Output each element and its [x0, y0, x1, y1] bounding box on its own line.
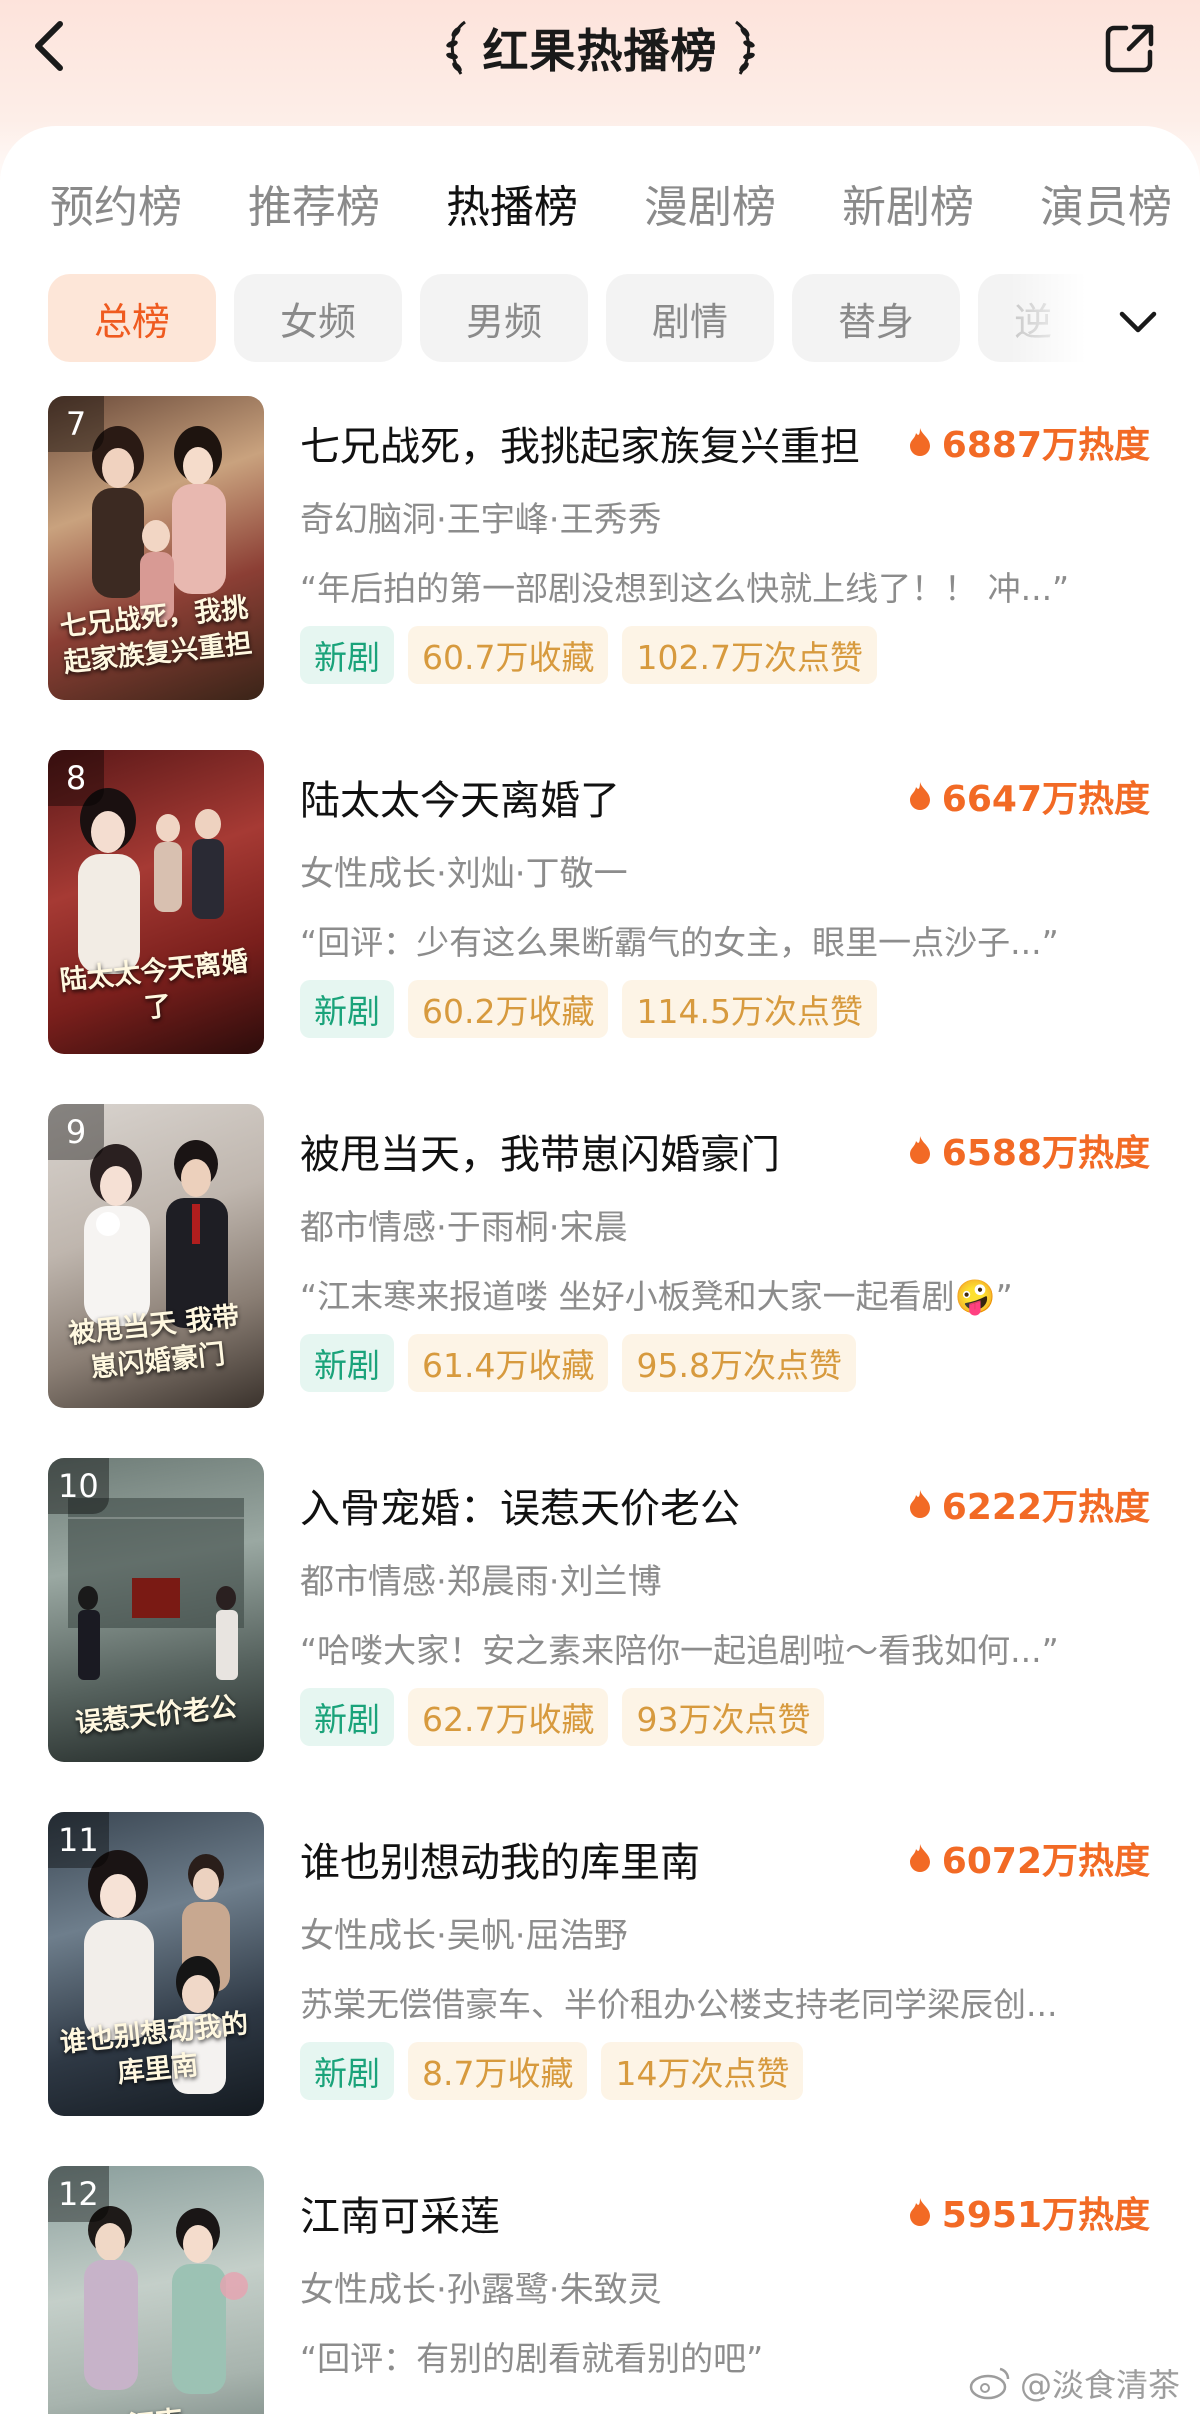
- collect-count: 60.2万收藏: [408, 980, 609, 1038]
- heat-value: 6072万热度: [941, 1841, 1150, 1882]
- new-drama-tag: 新剧: [300, 1688, 394, 1746]
- fire-icon: [909, 782, 930, 810]
- laurel-left-icon: [445, 20, 466, 75]
- chip-all[interactable]: 总榜: [48, 274, 216, 362]
- tab-new[interactable]: 新剧榜: [842, 171, 974, 235]
- rank-badge: 9: [48, 1104, 104, 1160]
- chip-substitute[interactable]: 替身: [792, 274, 960, 362]
- collect-count: 62.7万收藏: [408, 1688, 609, 1746]
- like-count: 114.5万次点赞: [622, 980, 877, 1038]
- laurel-right-icon: [734, 20, 755, 75]
- tag-row: 新剧 8.7万收藏 14万次点赞: [300, 2042, 804, 2100]
- fire-icon: [909, 1490, 930, 1518]
- new-drama-tag: 新剧: [300, 626, 394, 684]
- watermark-text: @淡食清茶: [1019, 2366, 1180, 2404]
- heat-value: 5951万热度: [941, 2195, 1150, 2236]
- poster-image: 12 江南: [48, 2166, 264, 2414]
- poster-image: 10 误惹天价老公: [48, 1458, 264, 1762]
- collect-count: 8.7万收藏: [408, 2042, 588, 2100]
- genre-cast: 都市情感·于雨桐·宋晨: [300, 1208, 628, 1248]
- drama-title: 被甩当天，我带崽闪婚豪门: [300, 1132, 780, 1178]
- drama-title: 陆太太今天离婚了: [300, 778, 620, 824]
- heat-value: 6887万热度: [941, 425, 1150, 466]
- tab-hot[interactable]: 热播榜: [446, 171, 578, 235]
- heat-score: 5951万热度: [908, 2188, 1150, 2236]
- tab-comic[interactable]: 漫剧榜: [644, 171, 776, 235]
- tab-actor[interactable]: 演员榜: [1040, 171, 1172, 235]
- drama-title: 入骨宠婚：误惹天价老公: [300, 1486, 740, 1532]
- list-item[interactable]: 7 七兄战死，我挑起家族复兴重担 七兄战死，我挑起家族复兴重担 6887万热度 …: [0, 396, 1200, 716]
- rank-badge: 11: [48, 1812, 109, 1868]
- fire-icon: [909, 1136, 930, 1164]
- collect-count: 61.4万收藏: [408, 1334, 609, 1392]
- rank-badge: 12: [48, 2166, 109, 2222]
- heat-score: 6887万热度: [908, 418, 1150, 466]
- chips-fade: [1010, 274, 1200, 364]
- page-title-wrap: 红果热播榜: [0, 18, 1200, 78]
- comment-snippet: 苏棠无偿借豪车、半价租办公楼支持老同学梁辰创...: [300, 1985, 1058, 2024]
- genre-cast: 都市情感·郑晨雨·刘兰博: [300, 1562, 662, 1602]
- weibo-icon: [969, 2367, 1010, 2400]
- poster-image: 9 被甩当天 我带崽闪婚豪门: [48, 1104, 264, 1408]
- page-title: 红果热播榜: [482, 24, 718, 78]
- drama-title: 江南可采莲: [300, 2194, 500, 2240]
- list-item[interactable]: 10 误惹天价老公 入骨宠婚：误惹天价老公 6222万热度 都市情感·郑晨雨·刘…: [0, 1458, 1200, 1778]
- chip-male[interactable]: 男频: [420, 274, 588, 362]
- like-count: 95.8万次点赞: [622, 1334, 856, 1392]
- comment-snippet: “回评：少有这么果断霸气的女主，眼里一点沙子...”: [300, 923, 1059, 962]
- drama-title: 七兄战死，我挑起家族复兴重担: [300, 424, 860, 470]
- fire-icon: [909, 428, 930, 456]
- genre-cast: 女性成长·刘灿·丁敬一: [300, 854, 628, 894]
- comment-snippet: “年后拍的第一部剧没想到这么快就上线了！！ 冲...”: [300, 569, 1070, 608]
- share-button[interactable]: [1102, 20, 1158, 76]
- share-icon: [1105, 24, 1154, 73]
- genre-cast: 女性成长·吴帆·屈浩野: [300, 1916, 628, 1956]
- tab-recommend[interactable]: 推荐榜: [248, 171, 380, 235]
- chip-plot[interactable]: 剧情: [606, 274, 774, 362]
- heat-score: 6222万热度: [908, 1480, 1150, 1528]
- heat-value: 6588万热度: [941, 1133, 1150, 1174]
- list-item[interactable]: 11 谁也别想动我的库里南 谁也别想动我的库里南 6072万热度 女性成长·吴帆…: [0, 1812, 1200, 2132]
- tag-row: 新剧 62.7万收藏 93万次点赞: [300, 1688, 825, 1746]
- rank-badge: 7: [48, 396, 104, 452]
- tag-row: 新剧 60.2万收藏 114.5万次点赞: [300, 980, 877, 1038]
- heat-score: 6588万热度: [908, 1126, 1150, 1174]
- chevron-down-icon: [1119, 311, 1157, 333]
- heat-value: 6647万热度: [941, 779, 1150, 820]
- rank-badge: 8: [48, 750, 104, 806]
- fire-icon: [909, 2198, 930, 2226]
- new-drama-tag: 新剧: [300, 1334, 394, 1392]
- tag-row: 新剧 61.4万收藏 95.8万次点赞: [300, 1334, 856, 1392]
- poster-image: 7 七兄战死，我挑起家族复兴重担: [48, 396, 264, 700]
- collect-count: 60.7万收藏: [408, 626, 609, 684]
- new-drama-tag: 新剧: [300, 980, 394, 1038]
- fire-icon: [909, 1844, 930, 1872]
- poster-image: 8 陆太太今天离婚了: [48, 750, 264, 1054]
- list-item[interactable]: 9 被甩当天 我带崽闪婚豪门 被甩当天，我带崽闪婚豪门 6588万热度 都市情感…: [0, 1104, 1200, 1424]
- tab-reservation[interactable]: 预约榜: [50, 171, 182, 235]
- heat-score: 6647万热度: [908, 772, 1150, 820]
- genre-cast: 奇幻脑洞·王宇峰·王秀秀: [300, 500, 662, 540]
- tag-row: 新剧 60.7万收藏 102.7万次点赞: [300, 626, 877, 684]
- new-drama-tag: 新剧: [300, 2042, 394, 2100]
- like-count: 93万次点赞: [622, 1688, 825, 1746]
- genre-cast: 女性成长·孙露鹭·朱致灵: [300, 2270, 662, 2310]
- watermark: @淡食清茶: [968, 2360, 1180, 2406]
- poster-image: 11 谁也别想动我的库里南: [48, 1812, 264, 2116]
- ranking-tabs: 预约榜 推荐榜 热播榜 漫剧榜 新剧榜 演员榜: [0, 158, 1200, 248]
- comment-snippet: “江末寒来报道喽 坐好小板凳和大家一起看剧🤪”: [300, 1277, 1013, 1316]
- comment-snippet: “哈喽大家！安之素来陪你一起追剧啦～看我如何...”: [300, 1631, 1059, 1670]
- heat-value: 6222万热度: [941, 1487, 1150, 1528]
- drama-title: 谁也别想动我的库里南: [300, 1840, 700, 1886]
- heat-score: 6072万热度: [908, 1834, 1150, 1882]
- like-count: 102.7万次点赞: [622, 626, 877, 684]
- expand-filters-button[interactable]: [1110, 294, 1166, 350]
- header: 红果热播榜: [0, 0, 1200, 110]
- rank-badge: 10: [48, 1458, 109, 1514]
- chip-female[interactable]: 女频: [234, 274, 402, 362]
- like-count: 14万次点赞: [601, 2042, 804, 2100]
- list-item[interactable]: 8 陆太太今天离婚了 陆太太今天离婚了 6647万热度 女性成长·刘灿·丁敬一 …: [0, 750, 1200, 1070]
